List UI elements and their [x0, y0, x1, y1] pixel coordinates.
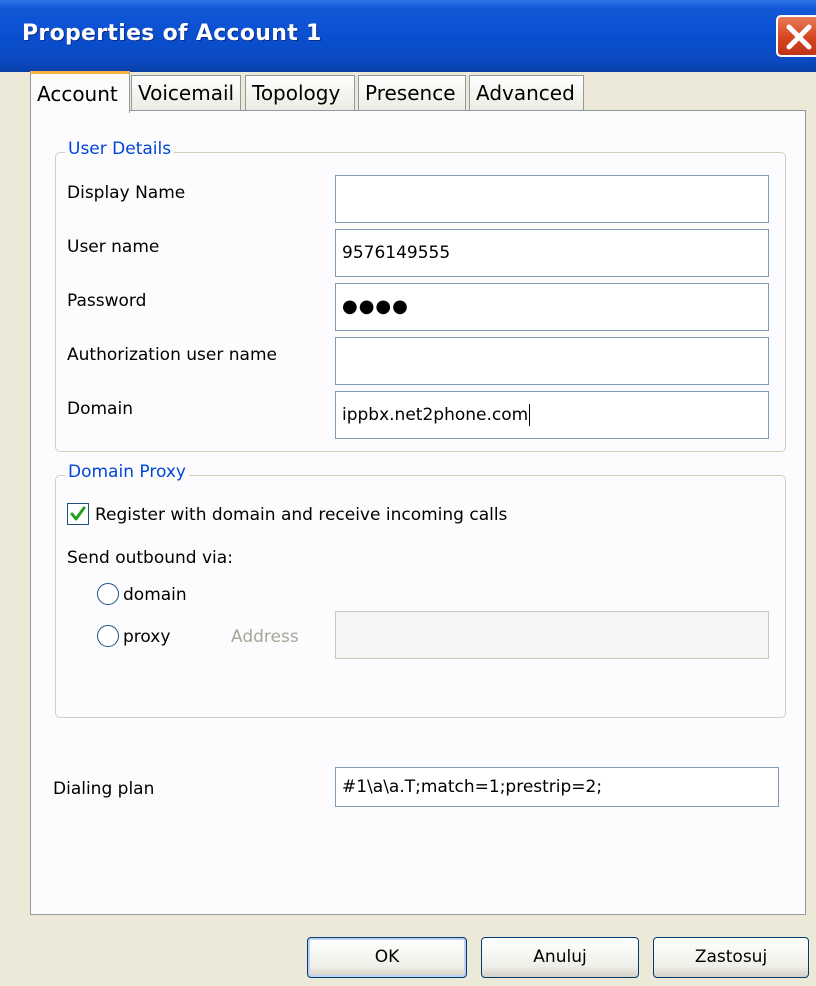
user-name-field[interactable]: 9576149555 — [335, 229, 769, 277]
ok-button[interactable]: OK — [307, 937, 467, 978]
display-name-field[interactable] — [335, 175, 769, 223]
user-name-label: User name — [67, 237, 160, 257]
user-details-legend: User Details — [65, 139, 175, 159]
address-label: Address — [231, 627, 299, 647]
cancel-button[interactable]: Anuluj — [481, 937, 639, 978]
address-field[interactable] — [335, 611, 769, 659]
tab-advanced[interactable]: Advanced — [469, 75, 584, 110]
radio-proxy[interactable] — [97, 625, 119, 647]
dialing-plan-label: Dialing plan — [53, 779, 155, 799]
checkmark-icon — [70, 506, 86, 521]
domain-label: Domain — [67, 399, 133, 419]
dialing-plan-field[interactable]: #1\a\a.T;match=1;prestrip=2; — [335, 767, 779, 807]
apply-button[interactable]: Zastosuj — [653, 937, 809, 978]
title-bar: Properties of Account 1 — [0, 0, 816, 72]
radio-domain-label: domain — [123, 585, 187, 605]
send-outbound-label: Send outbound via: — [67, 548, 233, 568]
tab-account[interactable]: Account — [30, 71, 130, 113]
domain-field[interactable]: ippbx.net2phone.com — [335, 391, 769, 439]
auth-user-name-label: Authorization user name — [67, 345, 277, 365]
register-checkbox[interactable] — [67, 503, 89, 525]
auth-user-name-field[interactable] — [335, 337, 769, 385]
close-button[interactable] — [776, 15, 816, 57]
password-field[interactable]: ●●●● — [335, 283, 769, 331]
password-label: Password — [67, 291, 147, 311]
text-cursor — [529, 404, 531, 426]
domain-proxy-legend: Domain Proxy — [65, 462, 189, 482]
window-title: Properties of Account 1 — [22, 21, 322, 46]
display-name-label: Display Name — [67, 183, 186, 203]
domain-value: ippbx.net2phone.com — [342, 405, 529, 425]
radio-domain[interactable] — [97, 583, 119, 605]
tab-panel-account: User Details Display Name User name 9576… — [30, 110, 806, 915]
tab-voicemail[interactable]: Voicemail — [131, 75, 241, 110]
register-label: Register with domain and receive incomin… — [95, 505, 508, 525]
tab-topology[interactable]: Topology — [245, 75, 355, 110]
tab-presence[interactable]: Presence — [358, 75, 466, 110]
radio-proxy-label: proxy — [123, 627, 171, 647]
close-icon — [786, 24, 812, 50]
